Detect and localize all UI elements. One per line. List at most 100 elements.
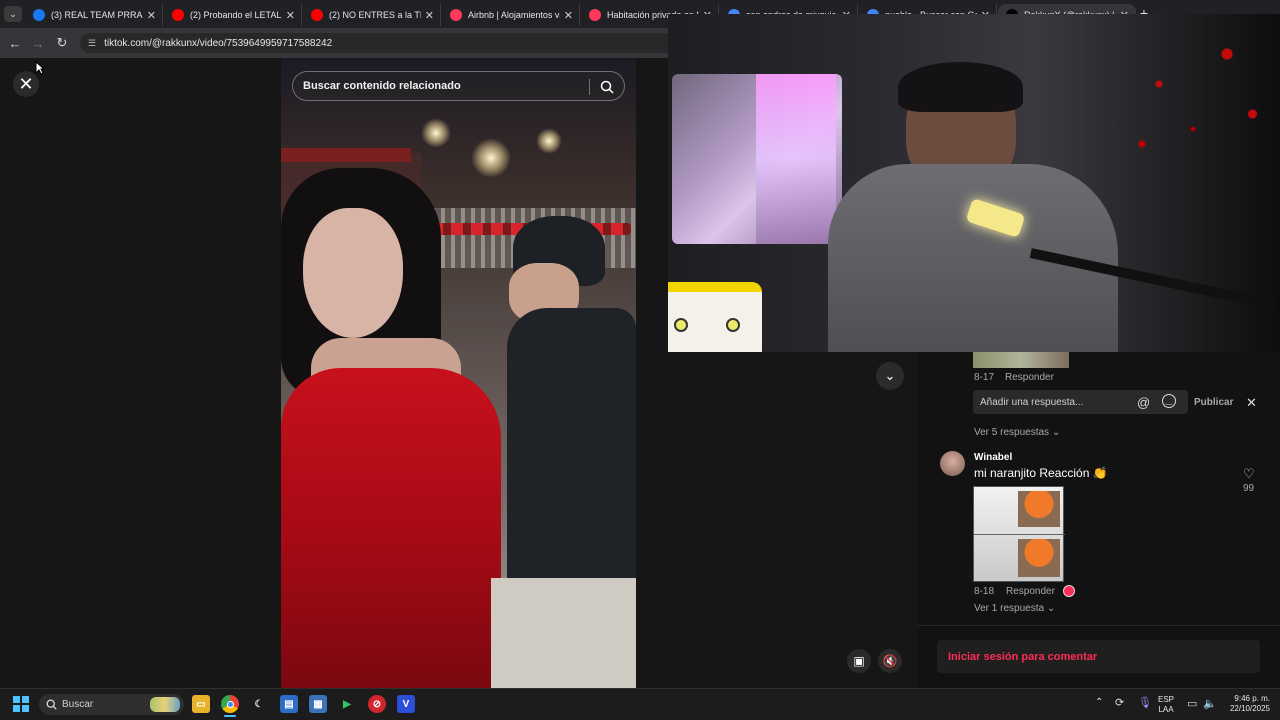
streamer-hair: [898, 62, 1023, 112]
tab-title: (2) NO ENTRES a la TERCE: [329, 10, 421, 20]
reply-input-placeholder: Añadir una respuesta...: [980, 396, 1084, 408]
facebook-icon: [33, 9, 45, 21]
tab-item[interactable]: Airbnb | Alojamientos vac ✕: [442, 4, 580, 26]
tray-chevron-up-icon[interactable]: ⌃: [1095, 697, 1103, 708]
app-icon-c[interactable]: ☾: [250, 695, 268, 713]
clock-date: 22/10/2025: [1229, 704, 1270, 713]
close-tab-icon[interactable]: ✕: [564, 9, 573, 22]
youtube-icon: [311, 9, 323, 21]
close-reply-icon[interactable]: ✕: [1246, 395, 1257, 411]
person-man-pants: [491, 578, 636, 688]
active-app-indicator: [224, 715, 236, 717]
street-light: [421, 118, 451, 148]
site-info-icon[interactable]: ☰: [88, 38, 96, 49]
view-replies-label: Ver 5 respuestas: [974, 427, 1050, 438]
sync-icon[interactable]: ⟳: [1115, 696, 1124, 709]
mouse-cursor-icon: [35, 61, 45, 75]
v-app-icon[interactable]: V: [397, 695, 415, 713]
tab-item[interactable]: (2) Probando el LETAL TA ✕: [164, 4, 302, 26]
language-code: ESP: [1158, 695, 1175, 704]
mascot-eye: [674, 318, 688, 332]
airbnb-icon: [450, 9, 462, 21]
language-indicator[interactable]: ESP LAA: [1158, 695, 1174, 715]
reply-button[interactable]: Responder: [1005, 372, 1054, 383]
blood-splatter-decoration: [1108, 24, 1278, 174]
youtube-icon: [172, 9, 184, 21]
taskbar-search-label: Buscar: [62, 699, 94, 710]
search-highlight-image: [150, 697, 180, 712]
chevron-down-icon: ⌄: [1046, 603, 1056, 614]
like-count: 99: [1243, 483, 1255, 494]
tab-item[interactable]: (2) NO ENTRES a la TERCE ✕: [303, 4, 441, 26]
heart-icon[interactable]: ♡: [1243, 466, 1255, 482]
meme-panel-bottom: [1018, 539, 1060, 577]
search-placeholder: Buscar contenido relacionado: [303, 80, 461, 92]
person-man-jacket: [507, 308, 636, 588]
search-divider: [589, 79, 590, 95]
view-replies-button[interactable]: Ver 1 respuesta ⌄: [974, 603, 1055, 614]
creator-liked-badge: [1063, 585, 1075, 597]
person-woman-red-dress: [281, 368, 501, 688]
street-light: [471, 138, 511, 178]
pc-case-window: [756, 74, 836, 244]
language-sub: LAA: [1158, 705, 1174, 714]
view-replies-button[interactable]: Ver 5 respuestas ⌄: [974, 427, 1060, 438]
building-roof: [281, 148, 411, 162]
scroll-down-chevron-button[interactable]: ⌄: [876, 362, 904, 390]
video-player[interactable]: [281, 58, 636, 688]
mention-icon[interactable]: @: [1137, 395, 1150, 410]
reload-button[interactable]: ↻: [53, 34, 71, 52]
avatar[interactable]: [940, 451, 965, 476]
comment-separator: [918, 625, 1280, 626]
comment-meme-image[interactable]: [973, 486, 1065, 582]
opera-icon[interactable]: ⊘: [368, 695, 386, 713]
related-search-input[interactable]: Buscar contenido relacionado: [292, 71, 625, 101]
stream-camera-overlay: [668, 14, 1280, 352]
volume-icon[interactable]: 🔈: [1203, 697, 1217, 710]
play-app-icon[interactable]: ▶: [338, 695, 356, 713]
mascot-eye: [726, 318, 740, 332]
close-tab-icon[interactable]: ✕: [286, 9, 295, 22]
mute-icon[interactable]: 🔇: [878, 649, 902, 673]
person-woman-face: [303, 208, 403, 338]
tab-title: (3) REAL TEAM PRRASI | F: [51, 10, 143, 20]
clock-time: 9:46 p. m.: [1234, 694, 1270, 703]
street-light: [536, 128, 562, 154]
back-button[interactable]: ←: [6, 34, 24, 52]
airbnb-icon: [589, 9, 601, 21]
close-tab-icon[interactable]: ✕: [147, 9, 156, 22]
comment-date: 8-18: [974, 586, 995, 597]
reply-input[interactable]: Añadir una respuesta...: [973, 390, 1188, 414]
reply-button[interactable]: Responder: [1006, 586, 1055, 597]
publish-button[interactable]: Publicar: [1194, 397, 1233, 408]
emoji-icon[interactable]: ‿: [1162, 394, 1176, 408]
floating-player-icon[interactable]: ▣: [847, 649, 871, 673]
clock[interactable]: 9:46 p. m. 22/10/2025: [1222, 694, 1270, 714]
network-icon[interactable]: ▭: [1187, 697, 1197, 710]
search-icon[interactable]: [600, 80, 614, 94]
comment-username[interactable]: Winabel: [974, 452, 1012, 463]
tab-list-dropdown-button[interactable]: ⌄: [4, 6, 22, 22]
close-tab-icon[interactable]: ✕: [425, 9, 434, 22]
document-app-icon[interactable]: ▤: [280, 695, 298, 713]
tab-item[interactable]: (3) REAL TEAM PRRASI | F ✕: [25, 4, 163, 26]
search-icon: [46, 699, 57, 710]
address-bar[interactable]: ☰ tiktok.com/@rakkunx/video/753964995971…: [80, 33, 668, 53]
forward-button[interactable]: →: [29, 34, 47, 52]
calculator-icon[interactable]: ▦: [309, 695, 327, 713]
login-to-comment-button[interactable]: Iniciar sesión para comentar: [937, 640, 1260, 673]
file-explorer-icon[interactable]: ▭: [192, 695, 210, 713]
taskbar-search-box[interactable]: Buscar: [39, 694, 184, 715]
crown-mascot-sticker: [668, 282, 762, 352]
windows-start-icon[interactable]: [13, 696, 29, 712]
tab-title: (2) Probando el LETAL TA: [190, 10, 282, 20]
meme-panel-top: [1018, 491, 1060, 527]
comment-image-thumbnail[interactable]: [973, 352, 1069, 368]
meme-divider: [974, 534, 1065, 535]
comment-text: mi naranjito Reacción 👏: [974, 466, 1108, 480]
chrome-icon[interactable]: [221, 695, 239, 713]
chevron-down-icon: ⌄: [1051, 427, 1061, 438]
comment-date: 8-17: [974, 372, 995, 383]
url-text: tiktok.com/@rakkunx/video/75396499597175…: [104, 37, 333, 49]
microphone-icon[interactable]: 🎙: [1138, 696, 1152, 709]
